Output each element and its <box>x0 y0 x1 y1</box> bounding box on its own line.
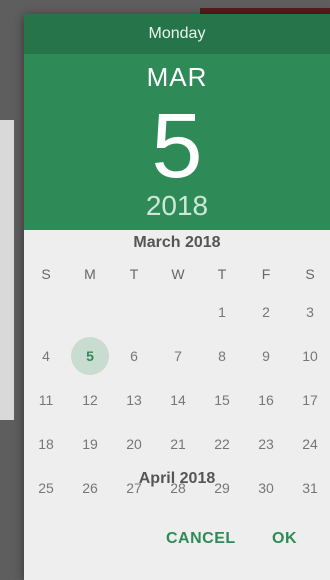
day-cell[interactable]: 17 <box>288 382 330 418</box>
header-month[interactable]: MAR <box>24 62 330 93</box>
day-cell[interactable]: 10 <box>288 338 330 374</box>
date-picker-dialog: Monday MAR 5 2018 March 2018 S M T W T F… <box>24 14 330 580</box>
day-cell[interactable]: 24 <box>288 426 330 462</box>
day-cell[interactable]: 4 <box>24 338 68 374</box>
day-cell[interactable]: 22 <box>200 426 244 462</box>
day-cell[interactable]: 2 <box>244 294 288 330</box>
day-cell[interactable]: 23 <box>244 426 288 462</box>
day-cell[interactable]: 21 <box>156 426 200 462</box>
background-content-strip <box>0 120 14 420</box>
day-cell[interactable]: 16 <box>244 382 288 418</box>
day-cell[interactable]: 19 <box>68 426 112 462</box>
day-cell[interactable]: 14 <box>156 382 200 418</box>
header-weekday: Monday <box>24 14 330 54</box>
weekday-header-row: S M T W T F S <box>24 266 330 286</box>
day-cell[interactable]: 11 <box>24 382 68 418</box>
day-cell[interactable]: 7 <box>156 338 200 374</box>
day-cell[interactable]: 18 <box>24 426 68 462</box>
day-cell[interactable]: 13 <box>112 382 156 418</box>
day-cell[interactable]: 6 <box>112 338 156 374</box>
ok-button[interactable]: OK <box>272 530 297 548</box>
weekday-label: F <box>261 266 271 282</box>
next-month-title: April 2018 <box>138 470 216 487</box>
day-cell[interactable]: 8 <box>200 338 244 374</box>
day-cell[interactable]: 15 <box>200 382 244 418</box>
date-picker-header: Monday MAR 5 2018 <box>24 14 330 230</box>
day-cell[interactable]: 3 <box>288 294 330 330</box>
weekday-label: T <box>129 266 139 282</box>
header-day[interactable]: 5 <box>24 96 330 196</box>
weekday-label: T <box>217 266 227 282</box>
day-cell[interactable]: 20 <box>112 426 156 462</box>
day-cell[interactable]: 1 <box>200 294 244 330</box>
weekday-label: S <box>41 266 51 282</box>
day-cell[interactable]: 12 <box>68 382 112 418</box>
header-year[interactable]: 2018 <box>24 190 330 222</box>
day-cell[interactable]: 5 <box>68 338 112 374</box>
calendar-month-title: March 2018 <box>133 234 221 251</box>
dialog-actions: CANCEL OK <box>24 530 330 554</box>
weekday-label: W <box>171 266 185 282</box>
weekday-label: S <box>305 266 315 282</box>
cancel-button[interactable]: CANCEL <box>166 530 236 548</box>
day-cell[interactable]: 9 <box>244 338 288 374</box>
weekday-label: M <box>84 266 96 282</box>
